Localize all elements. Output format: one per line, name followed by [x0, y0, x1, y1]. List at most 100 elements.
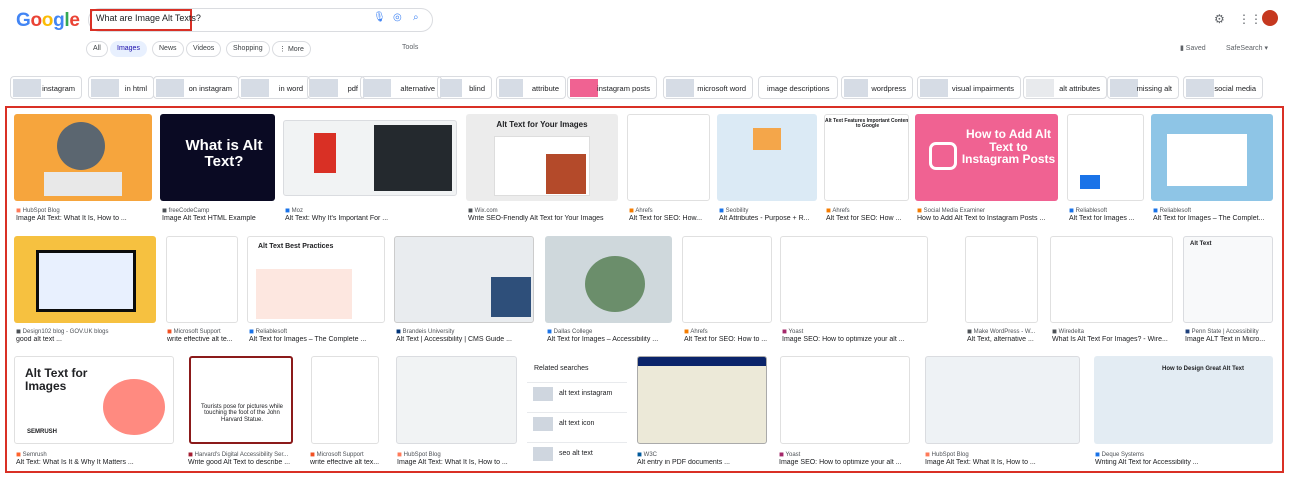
result-title[interactable]: Alt Text, alternative ... — [967, 336, 1047, 343]
result-title[interactable]: Image Alt Text HTML Example — [162, 215, 275, 222]
result-thumbnail[interactable]: Alt Text — [1183, 236, 1273, 323]
result-title[interactable]: Alt Text for SEO: How ... — [826, 215, 910, 222]
result-thumbnail[interactable] — [311, 356, 379, 444]
result-title[interactable]: Writing Alt Text for Accessibility ... — [1095, 459, 1274, 466]
result-source[interactable]: ◼ HubSpot Blog — [397, 451, 518, 458]
result-source[interactable]: ◼ HubSpot Blog — [925, 451, 1080, 458]
gear-icon[interactable]: ⚙ — [1214, 12, 1225, 26]
apps-grid-icon[interactable]: ⋮⋮ — [1238, 12, 1262, 26]
chip-image-descriptions[interactable]: image descriptions — [758, 76, 838, 99]
result-source[interactable]: ◼ Ahrefs — [826, 207, 910, 214]
mic-icon[interactable]: 🎙 — [373, 12, 386, 23]
result-thumbnail[interactable] — [1067, 114, 1144, 201]
result-title[interactable]: Alt Text for SEO: How... — [629, 215, 711, 222]
result-source[interactable]: ◼ Brandeis University — [396, 328, 536, 335]
result-title[interactable]: write effective alt te... — [167, 336, 239, 343]
result-source[interactable]: ◼ Design102 blog - GOV.UK blogs — [16, 328, 158, 335]
saved-link[interactable]: ▮ Saved — [1180, 44, 1206, 52]
result-title[interactable]: Image SEO: How to optimize your alt ... — [779, 459, 914, 466]
result-title[interactable]: How to Add Alt Text to Instagram Posts .… — [917, 215, 1058, 222]
result-source[interactable]: ◼ Make WordPress - W... — [967, 328, 1047, 335]
result-source[interactable]: ◼ Microsoft Support — [310, 451, 385, 458]
chip-in-html[interactable]: in html — [88, 76, 154, 99]
result-title[interactable]: Alt Text: Why It's Important For ... — [285, 215, 457, 222]
result-title[interactable]: Alt Text for SEO: How to ... — [684, 336, 774, 343]
result-thumbnail[interactable] — [166, 236, 238, 323]
result-title[interactable]: Alt Text for Images – The Complete ... — [249, 336, 387, 343]
tab-videos[interactable]: Videos — [186, 41, 222, 57]
result-thumbnail[interactable]: What is Alt Text? — [160, 114, 275, 201]
result-source[interactable]: ◼ freeCodeCamp — [162, 207, 275, 214]
chip-in-word[interactable]: in word — [238, 76, 310, 99]
result-source[interactable]: ◼ Seobility — [719, 207, 817, 214]
tab-news[interactable]: News — [152, 41, 184, 57]
chip-social-media[interactable]: social media — [1183, 76, 1263, 99]
result-source[interactable]: ◼ Wiredelta — [1052, 328, 1175, 335]
result-source[interactable]: ◼ W3C — [637, 451, 767, 458]
result-thumbnail[interactable] — [545, 236, 672, 323]
result-thumbnail[interactable] — [780, 356, 910, 444]
related-item[interactable]: alt text icon — [527, 412, 627, 434]
result-title[interactable]: Image ALT Text in Micro... — [1185, 336, 1275, 343]
result-title[interactable]: Image Alt Text: What It Is, How to ... — [397, 459, 518, 466]
result-title[interactable]: Alt Text for Images – Accessibility ... — [547, 336, 674, 343]
result-thumbnail[interactable] — [14, 114, 152, 201]
search-icon[interactable]: ⌕ — [413, 12, 419, 23]
result-source[interactable]: ◼ Ahrefs — [629, 207, 711, 214]
result-thumbnail[interactable] — [627, 114, 710, 201]
tools-button[interactable]: Tools — [402, 44, 418, 51]
result-title[interactable]: Alt Attributes - Purpose + R... — [719, 215, 817, 222]
result-title[interactable]: Alt Text for Images – The Complet... — [1153, 215, 1275, 222]
result-title[interactable]: Image Alt Text: What It Is, How to ... — [16, 215, 151, 222]
result-source[interactable]: ◼ Deque Systems — [1095, 451, 1274, 458]
result-title[interactable]: write effective alt tex... — [310, 459, 385, 466]
avatar[interactable] — [1262, 10, 1278, 26]
result-thumbnail[interactable]: Alt Text for Images SEMRUSH — [14, 356, 174, 444]
result-thumbnail[interactable]: Tourists pose for pictures while touchin… — [189, 356, 293, 444]
result-source[interactable]: ◼ HubSpot Blog — [16, 207, 151, 214]
chip-instagram-posts[interactable]: instagram posts — [567, 76, 657, 99]
result-title[interactable]: Alt Text: What Is It & Why It Matters ..… — [16, 459, 176, 466]
result-thumbnail[interactable] — [14, 236, 156, 323]
result-source[interactable]: ◼ Yoast — [782, 328, 930, 335]
result-thumbnail[interactable] — [394, 236, 534, 323]
google-logo[interactable]: Google — [16, 10, 80, 32]
result-thumbnail[interactable]: Alt Text Best Practices — [247, 236, 385, 323]
result-thumbnail[interactable] — [637, 356, 767, 444]
result-title[interactable]: Write good Alt Text to describe ... — [188, 459, 298, 466]
result-source[interactable]: ◼ Reliablesoft — [1153, 207, 1275, 214]
result-thumbnail[interactable] — [925, 356, 1080, 444]
chip-blind[interactable]: blind — [437, 76, 492, 99]
related-item[interactable]: seo alt text — [527, 442, 627, 464]
tab-images[interactable]: Images — [110, 41, 147, 57]
result-source[interactable]: ◼ Yoast — [779, 451, 914, 458]
result-thumbnail[interactable] — [717, 114, 817, 201]
tab-more[interactable]: ⋮ More — [272, 41, 311, 57]
result-thumbnail[interactable] — [682, 236, 772, 323]
chip-instagram[interactable]: instagram — [10, 76, 82, 99]
tab-shopping[interactable]: Shopping — [226, 41, 270, 57]
chip-microsoft-word[interactable]: microsoft word — [663, 76, 753, 99]
result-thumbnail[interactable]: How to Add Alt Text to Instagram Posts — [915, 114, 1058, 201]
chip-visual-impairments[interactable]: visual impairments — [917, 76, 1021, 99]
result-title[interactable]: Alt entry in PDF documents ... — [637, 459, 767, 466]
result-source[interactable]: ◼ Microsoft Support — [167, 328, 239, 335]
result-thumbnail[interactable] — [283, 120, 457, 196]
chip-on-instagram[interactable]: on instagram — [153, 76, 239, 99]
result-source[interactable]: ◼ Reliablesoft — [1069, 207, 1145, 214]
result-title[interactable]: What Is Alt Text For Images? - Wire... — [1052, 336, 1175, 343]
chip-wordpress[interactable]: wordpress — [841, 76, 913, 99]
result-source[interactable]: ◼ Ahrefs — [684, 328, 774, 335]
safesearch-dropdown[interactable]: SafeSearch ▾ — [1226, 44, 1268, 52]
result-title[interactable]: Image SEO: How to optimize your alt ... — [782, 336, 930, 343]
result-source[interactable]: ◼ Moz — [285, 207, 457, 214]
result-thumbnail[interactable] — [965, 236, 1038, 323]
result-source[interactable]: ◼ Social Media Examiner — [917, 207, 1058, 214]
result-thumbnail[interactable] — [1050, 236, 1173, 323]
result-thumbnail[interactable]: Alt Text for Your Images — [466, 114, 618, 201]
result-thumbnail[interactable] — [780, 236, 928, 323]
result-title[interactable]: Alt Text | Accessibility | CMS Guide ... — [396, 336, 536, 343]
result-source[interactable]: ◼ Penn State | Accessibility — [1185, 328, 1275, 335]
related-item[interactable]: alt text instagram — [527, 382, 627, 404]
chip-pdf[interactable]: pdf — [307, 76, 365, 99]
